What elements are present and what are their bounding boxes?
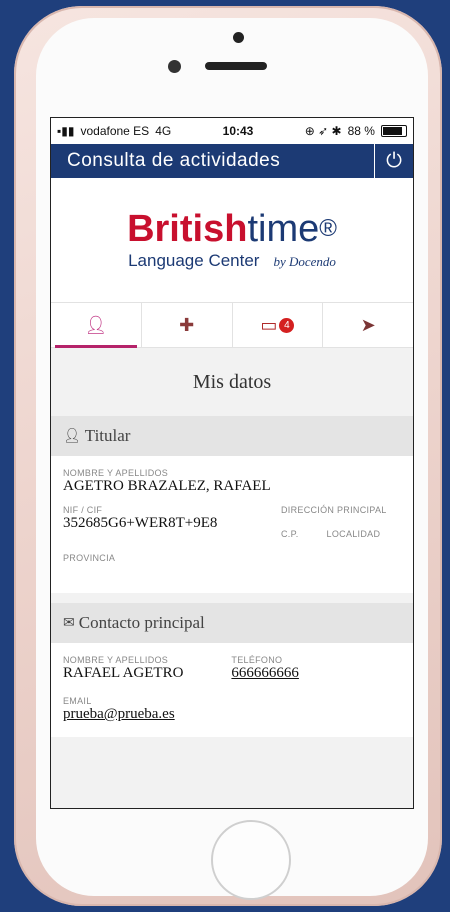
- battery-icon: [380, 125, 407, 137]
- email-label: EMAIL: [63, 696, 92, 706]
- tab-bar: 👤︎ ✚ ▭ 4 ➤: [51, 302, 413, 348]
- contact-name-value: RAFAEL AGETRO: [63, 665, 184, 681]
- clock: 10:43: [222, 124, 254, 138]
- tab-payments[interactable]: ▭ 4: [233, 303, 324, 347]
- network-label: 4G: [155, 124, 172, 138]
- carrier-label: vodafone ES: [80, 124, 150, 138]
- logo-time-text: time: [247, 208, 320, 250]
- logo-british-text: British: [127, 208, 248, 250]
- location-icon: ⊕ ➶ ✱: [304, 124, 342, 138]
- signal-icon: ▪▮▮: [57, 124, 75, 138]
- logo-by-docendo: by Docendo: [273, 254, 336, 269]
- logo-subtitle: Language Center: [128, 251, 260, 270]
- card-icon: ▭: [260, 314, 278, 335]
- tab-messages[interactable]: ➤: [323, 303, 413, 347]
- contacto-heading: Contacto principal: [78, 613, 205, 632]
- titular-name-value: AGETRO BRAZALEZ, RAFAEL: [63, 478, 271, 494]
- app-screen: ▪▮▮ vodafone ES 4G 10:43 ⊕ ➶ ✱ 88 % Cons…: [50, 117, 414, 809]
- app-header: Consulta de actividades ⏻: [51, 144, 413, 178]
- user-icon: 👤︎: [84, 314, 108, 335]
- locality-label: LOCALIDAD: [326, 529, 381, 539]
- logout-button[interactable]: ⏻: [374, 144, 413, 178]
- front-camera: [168, 60, 181, 73]
- titular-header: 👤︎ Titular: [51, 416, 413, 456]
- nif-label: NIF / CIF: [63, 505, 103, 515]
- notification-badge: 4: [279, 317, 295, 333]
- titular-name-label: NOMBRE Y APELLIDOS: [63, 468, 169, 478]
- battery-label: 88 %: [347, 124, 375, 138]
- contact-name-label: NOMBRE Y APELLIDOS: [63, 655, 169, 665]
- proximity-sensor: [233, 32, 244, 43]
- section-spacer: [51, 593, 413, 603]
- envelope-icon: ✉: [63, 615, 75, 631]
- power-icon: ⏻: [386, 149, 402, 172]
- tab-personal-data[interactable]: 👤︎: [51, 303, 142, 348]
- cp-label: C.P.: [281, 529, 299, 539]
- brand-logo: Britishtime® Language Center by Docendo: [51, 178, 413, 302]
- tab-activities[interactable]: ✚: [142, 303, 233, 347]
- page-title: Consulta de actividades: [67, 150, 281, 171]
- address-label: DIRECCIÓN PRINCIPAL: [281, 505, 387, 515]
- titular-body: NOMBRE Y APELLIDOS AGETRO BRAZALEZ, RAFA…: [51, 456, 413, 593]
- puzzle-icon: ✚: [179, 314, 195, 335]
- phone-label: TELÉFONO: [231, 655, 283, 665]
- status-bar: ▪▮▮ vodafone ES 4G 10:43 ⊕ ➶ ✱ 88 %: [51, 118, 413, 144]
- nif-value: 352685G6+WER8T+9E8: [63, 515, 218, 531]
- phone-link[interactable]: 666666666: [231, 665, 299, 682]
- send-icon: ➤: [360, 314, 376, 335]
- section-title: Mis datos: [192, 370, 272, 393]
- home-button[interactable]: [211, 820, 291, 900]
- contacto-body: NOMBRE Y APELLIDOS RAFAEL AGETRO TELÉFON…: [51, 643, 413, 737]
- earpiece-speaker: [205, 62, 267, 70]
- logo-registered-mark: ®: [319, 215, 337, 242]
- contacto-header: ✉ Contacto principal: [51, 603, 413, 643]
- titular-heading: Titular: [84, 426, 131, 445]
- email-link[interactable]: prueba@prueba.es: [63, 706, 401, 723]
- person-icon: 👤︎: [63, 428, 81, 444]
- province-label: PROVINCIA: [63, 553, 116, 563]
- main-content: Mis datos 👤︎ Titular NOMBRE Y APELLIDOS …: [51, 348, 413, 808]
